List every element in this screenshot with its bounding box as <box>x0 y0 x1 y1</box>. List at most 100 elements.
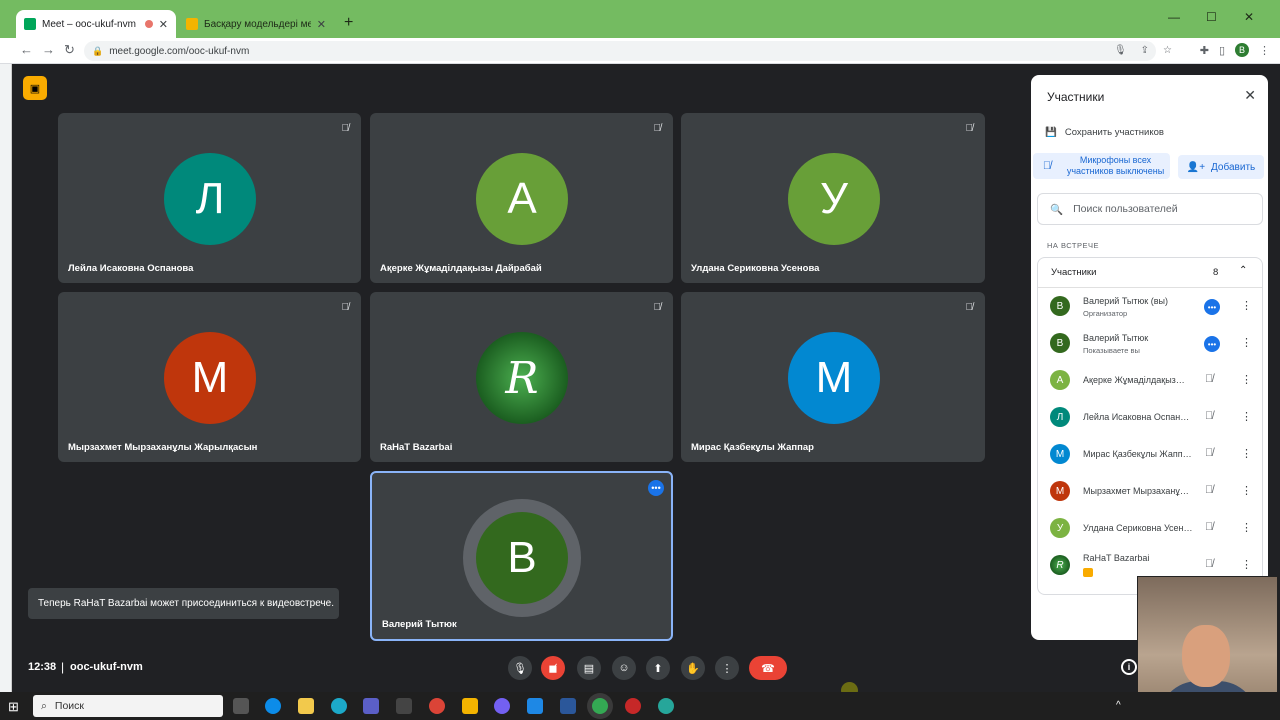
list-item[interactable]: У Улдана Сериковна Усен… 🎙̸ ⋮ <box>1038 510 1262 547</box>
new-tab-button[interactable]: + <box>344 14 353 32</box>
participant-tile[interactable]: 🎙̸ М Мырзахмет Мырзаханұлы Жарылқасын <box>58 292 361 462</box>
chrome-active-icon[interactable] <box>592 698 608 714</box>
restore-button[interactable]: ☐ <box>1206 10 1217 24</box>
url-text: meet.google.com/ooc-ukuf-nvm <box>109 45 250 57</box>
emoji-button[interactable]: ☺ <box>612 656 636 680</box>
more-options-button[interactable]: ⋮ <box>715 656 739 680</box>
participant-tile[interactable]: 🎙̸ У Улдана Сериковна Усенова <box>681 113 985 283</box>
section-label: НА ВСТРЕЧЕ <box>1047 241 1100 250</box>
participant-list: Участники 8 ⌃ В Валерий Тытюк (вы) Орган… <box>1037 257 1263 595</box>
kebab-icon[interactable]: ⋮ <box>1241 410 1252 423</box>
more-options-icon[interactable]: ••• <box>648 480 664 496</box>
menu-kebab-icon[interactable]: ⋮ <box>1259 44 1270 57</box>
extensions-icon[interactable]: ✚ <box>1200 44 1209 57</box>
kebab-icon[interactable]: ⋮ <box>1241 558 1252 571</box>
share-icon[interactable]: ⇪ <box>1141 45 1149 56</box>
participants-panel: Участники ✕ 💾 Сохранить участников 🎙̸ Ми… <box>1031 75 1268 640</box>
tab-document[interactable]: Басқару модельдері мен әдісте… ✕ <box>178 10 334 38</box>
profile-avatar[interactable]: В <box>1235 43 1249 57</box>
present-button[interactable]: ⬆ <box>646 656 670 680</box>
forward-icon[interactable]: → <box>42 42 55 57</box>
avatar: Л <box>1050 407 1070 427</box>
meeting-info-icon[interactable]: i <box>1121 659 1137 675</box>
sidepanel-icon[interactable]: ▯ <box>1219 44 1225 57</box>
microphone-button[interactable]: 🎙 <box>508 656 532 680</box>
tray-chevron-icon[interactable]: ^ <box>1116 700 1121 711</box>
task-view-icon[interactable] <box>233 698 249 714</box>
tab-meet[interactable]: Meet – ooc-ukuf-nvm ✕ <box>16 10 176 38</box>
app-icon[interactable] <box>527 698 543 714</box>
record-icon[interactable] <box>625 698 641 714</box>
word-icon[interactable] <box>560 698 576 714</box>
participant-name: Ақерке Жұмаділдақызы Дайрабай <box>380 263 542 274</box>
save-participants-button[interactable]: 💾 Сохранить участников <box>1045 127 1164 138</box>
taskbar-search[interactable]: ⌕ Поиск <box>33 695 223 717</box>
reload-icon[interactable]: ↻ <box>64 42 75 58</box>
camera-off-button[interactable]: ◼̸ <box>541 656 565 680</box>
url-field[interactable]: 🔒 meet.google.com/ooc-ukuf-nvm <box>84 41 1156 61</box>
kebab-icon[interactable]: ⋮ <box>1241 484 1252 497</box>
mic-off-icon: 🎙̸ <box>1205 484 1214 496</box>
app-icon[interactable] <box>396 698 412 714</box>
mic-off-icon: 🎙̸ <box>1042 160 1052 172</box>
participant-tile[interactable]: 🎙̸ М Мирас Қазбекұлы Жаппар <box>681 292 985 462</box>
bookmark-star-icon[interactable]: ☆ <box>1163 45 1172 56</box>
back-icon[interactable]: ← <box>20 42 33 57</box>
os-taskbar: ⊞ ⌕ Поиск ^ <box>0 692 1280 720</box>
mute-all-status[interactable]: 🎙̸ Микрофоны всех участников выключены <box>1033 153 1170 179</box>
app-icon[interactable] <box>363 698 379 714</box>
more-icon[interactable]: ••• <box>1204 336 1220 352</box>
chevron-up-icon[interactable]: ⌃ <box>1239 265 1247 276</box>
panel-title: Участники <box>1047 90 1105 104</box>
mic-icon[interactable]: 🎙 <box>1114 45 1127 56</box>
list-item[interactable]: М Мырзахмет Мырзаханұ… 🎙̸ ⋮ <box>1038 473 1262 510</box>
edge-icon[interactable] <box>265 698 281 714</box>
mic-off-icon: 🎙̸ <box>341 302 350 313</box>
participant-tile[interactable]: 🎙̸ R RaHaT Bazarbai <box>370 292 673 462</box>
list-item[interactable]: А Ақерке Жұмаділдақыз… 🎙̸ ⋮ <box>1038 362 1262 399</box>
kebab-icon[interactable]: ⋮ <box>1241 336 1252 349</box>
captions-button[interactable]: ▤ <box>577 656 601 680</box>
mic-off-icon: 🎙̸ <box>653 302 662 313</box>
mic-off-icon: 🎙̸ <box>965 302 974 313</box>
avatar: R <box>476 332 568 424</box>
mic-off-icon: 🎙̸ <box>965 123 974 134</box>
tab-close-icon[interactable]: ✕ <box>317 18 326 31</box>
kebab-icon[interactable]: ⋮ <box>1241 521 1252 534</box>
list-item[interactable]: В Валерий Тытюк (вы) Организатор ••• ⋮ <box>1038 288 1262 325</box>
add-people-button[interactable]: 👤+ Добавить <box>1178 155 1264 179</box>
list-item[interactable]: В Валерий Тытюк Показываете вы ••• ⋮ <box>1038 325 1262 362</box>
leave-call-button[interactable]: ☎ <box>749 656 787 680</box>
raise-hand-button[interactable]: ✋ <box>681 656 705 680</box>
more-icon[interactable]: ••• <box>1204 299 1220 315</box>
screen-share-badge-icon[interactable]: ▣ <box>23 76 47 100</box>
tab-close-icon[interactable]: ✕ <box>159 18 168 31</box>
search-input[interactable]: 🔍 Поиск пользователей <box>1037 193 1263 225</box>
app-icon[interactable] <box>462 698 478 714</box>
kebab-icon[interactable]: ⋮ <box>1241 373 1252 386</box>
close-icon[interactable]: ✕ <box>1244 87 1256 104</box>
participant-tile[interactable]: 🎙̸ Л Лейла Исаковна Оспанова <box>58 113 361 283</box>
app-icon[interactable] <box>331 698 347 714</box>
kebab-icon[interactable]: ⋮ <box>1241 447 1252 460</box>
participant-tile[interactable]: 🎙̸ А Ақерке Жұмаділдақызы Дайрабай <box>370 113 673 283</box>
participant-name: RaHaT Bazarbai <box>380 442 453 453</box>
kebab-icon[interactable]: ⋮ <box>1241 299 1252 312</box>
meeting-code: ooc-ukuf-nvm <box>70 661 143 673</box>
file-explorer-icon[interactable] <box>298 698 314 714</box>
participants-group-header[interactable]: Участники 8 ⌃ <box>1038 258 1262 288</box>
close-window-button[interactable]: ✕ <box>1244 10 1254 24</box>
list-item[interactable]: Л Лейла Исакoвна Оспан… 🎙̸ ⋮ <box>1038 399 1262 436</box>
viber-icon[interactable] <box>494 698 510 714</box>
app-icon[interactable] <box>658 698 674 714</box>
windows-start-icon[interactable]: ⊞ <box>8 699 19 715</box>
mic-off-icon: 🎙̸ <box>653 123 662 134</box>
meeting-time: 12:38 <box>28 661 57 673</box>
notification-toast: Теперь RaHaT Bazarbai может присоединить… <box>28 588 339 619</box>
background-document-strip <box>0 64 12 692</box>
minimize-button[interactable]: — <box>1168 10 1180 24</box>
self-tile[interactable]: ••• В Валерий Тытюк <box>370 471 673 641</box>
list-item[interactable]: М Мирас Қазбекұлы Жапп… 🎙̸ ⋮ <box>1038 436 1262 473</box>
chrome-icon[interactable] <box>429 698 445 714</box>
participant-role: Организатор <box>1083 309 1128 318</box>
